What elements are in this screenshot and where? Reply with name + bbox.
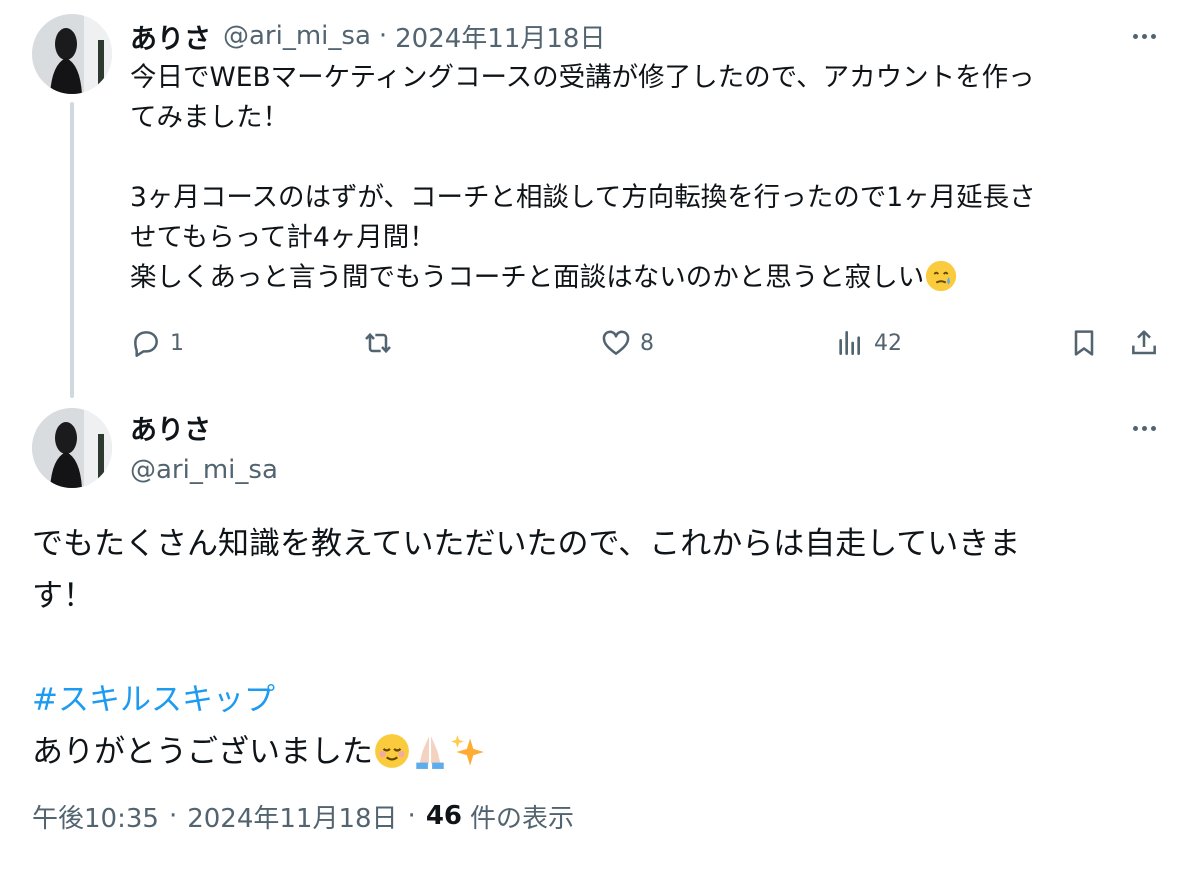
text-line [32, 622, 1142, 674]
closing-text: ありがとうございました [32, 734, 373, 770]
dot-icon [1132, 33, 1138, 39]
like-count: 8 [640, 330, 654, 356]
reply-button[interactable]: 1 [130, 322, 184, 364]
post-date[interactable]: 2024年11月18日 [187, 798, 397, 835]
text-line: す！ [32, 578, 94, 614]
separator: · [407, 801, 416, 831]
text-line: でもたくさん知識を教えていただいたので、これからは自走していきま [32, 526, 1021, 562]
bookmark-button[interactable] [1068, 322, 1100, 364]
post-time[interactable]: 午後10:35 [32, 798, 159, 835]
view-count: 42 [874, 330, 902, 356]
author-name[interactable]: ありさ [130, 407, 211, 447]
more-options-button[interactable] [1124, 408, 1164, 448]
dot-icon [1150, 425, 1156, 431]
avatar-photo [32, 408, 112, 488]
author-handle[interactable]: @ari_mi_sa [223, 21, 371, 51]
separator: · [378, 21, 388, 51]
tweet-text: 今日でWEBマーケティングコースの受講が修了したので、アカウントを作っ てみました… [130, 58, 1160, 298]
reply-count: 1 [170, 330, 184, 356]
bookmark-icon [1074, 330, 1094, 356]
sparkles-icon [451, 735, 484, 766]
tweet-header: ありさ @ari_mi_sa · 2024年11月18日 [130, 16, 605, 56]
text-line: 今日でWEBマーケティングコースの受講が修了したので、アカウントを作っ [130, 62, 1035, 93]
dot-icon [1150, 33, 1156, 39]
post-date[interactable]: 2024年11月18日 [395, 18, 605, 55]
text-line: 3ヶ月コースのはずが、コーチと相談して方向転換を行ったので1ヶ月延長さ [130, 182, 1036, 213]
text-line: 楽しくあっと言う間でもうコーチと面談はないのかと思うと寂しい [130, 262, 925, 293]
dot-icon [1141, 425, 1147, 431]
views-button[interactable]: 42 [834, 322, 902, 364]
retweet-icon [365, 332, 391, 354]
text-line [130, 138, 1160, 178]
closing-line: ありがとうございました [32, 726, 1142, 778]
relieved-face-icon [375, 734, 409, 768]
like-button[interactable]: 8 [600, 322, 654, 364]
action-bar: 1 8 42 [0, 322, 1194, 364]
separator: · [168, 801, 178, 831]
views-number: 46 [425, 801, 462, 831]
more-options-button[interactable] [1124, 16, 1164, 56]
share-button[interactable] [1128, 322, 1160, 364]
avatar[interactable] [32, 14, 112, 94]
dot-icon [1132, 425, 1138, 431]
tweet-text: でもたくさん知識を教えていただいたので、これからは自走していきま す！ #スキル… [32, 518, 1142, 778]
hashtag-link[interactable]: #スキルスキップ [32, 682, 275, 718]
bar-chart-icon [839, 331, 860, 355]
text-line: てみました！ [130, 102, 289, 133]
author-handle[interactable]: @ari_mi_sa [130, 450, 278, 490]
dot-icon [1141, 33, 1147, 39]
folded-hands-icon [416, 736, 444, 769]
avatar[interactable] [32, 408, 112, 488]
views-label: 件の表示 [470, 803, 575, 834]
avatar-photo [32, 14, 112, 94]
share-icon [1132, 330, 1156, 355]
text-line-last: 楽しくあっと言う間でもうコーチと面談はないのかと思うと寂しい [130, 258, 1160, 298]
tweet-meta: 午後10:35 · 2024年11月18日 · 46 件の表示 [32, 796, 574, 836]
author-name[interactable]: ありさ [130, 17, 211, 56]
retweet-button[interactable] [362, 322, 402, 364]
face-holding-back-tears-icon [926, 260, 957, 292]
text-line: せてもらって計4ヶ月間！ [130, 222, 436, 253]
heart-icon [602, 330, 630, 355]
reply-icon [134, 331, 158, 357]
